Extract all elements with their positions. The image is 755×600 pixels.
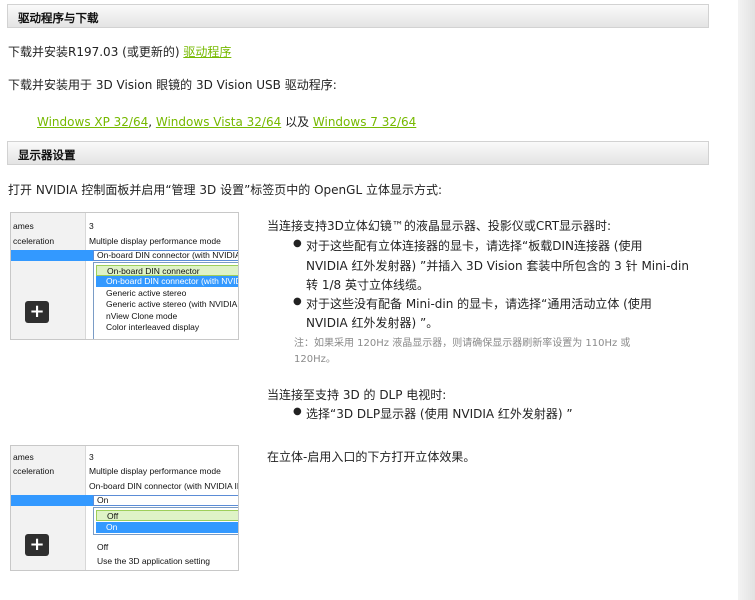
- thumb-option: Color interleaved display: [106, 322, 200, 332]
- lcd-bullet-2-line-2: NVIDIA 红外发射器) ”。: [306, 316, 439, 330]
- driver-download-line: 下载并安装R197.03 (或更新的) 驱动程序: [8, 43, 231, 60]
- bullet-icon: ●: [293, 406, 302, 417]
- thumb-dropdown-list: On-board DIN connector On-board DIN conn…: [93, 262, 239, 339]
- lcd-bullet-1-line-2: NVIDIA 红外发射器) ”并插入 3D Vision 套装中所包含的 3 针…: [306, 259, 689, 273]
- display-intro-line: 打开 NVIDIA 控制面板并启用“管理 3D 设置”标签页中的 OpenGL …: [8, 183, 442, 197]
- dlp-heading: 当连接至支持 3D 的 DLP 电视时:: [267, 388, 447, 402]
- link-separator: ,: [148, 115, 156, 129]
- usb-driver-line: 下载并安装用于 3D Vision 眼镜的 3D Vision USB 驱动程序…: [8, 78, 337, 92]
- thumb-dropdown-field: On: [93, 495, 238, 506]
- page-side-gutter: [738, 0, 755, 600]
- thumb-label: ames: [13, 221, 34, 231]
- lcd-bullet-2-line-1: 对于这些没有配备 Mini-din 的显卡，请选择“通用活动立体 (使用: [306, 297, 652, 311]
- lcd-bullet-1-line-1: 对于这些配有立体连接器的显卡，请选择“板载DIN连接器 (使用: [306, 239, 643, 253]
- section-title: 驱动程序与下载: [18, 11, 99, 25]
- thumb-option: nView Clone mode: [106, 311, 178, 321]
- lcd-heading: 当连接支持3D立体幻镜™的液晶显示器、投影仪或CRT显示器时:: [267, 219, 612, 233]
- section-title: 显示器设置: [18, 148, 76, 162]
- thumb-dropdown-field: On-board DIN connector (with NVIDIA IR: [93, 250, 238, 261]
- thumb-option-selected: On-board DIN connector (with NVIDIA IR: [96, 276, 238, 287]
- zoom-plus-icon[interactable]: +: [25, 301, 49, 323]
- os-links-line: Windows XP 32/64, Windows Vista 32/64 以及…: [37, 113, 416, 130]
- refresh-rate-note: 120Hz。: [294, 354, 336, 365]
- section-header-display: 显示器设置: [7, 141, 709, 165]
- driver-download-text: 下载并安装R197.03 (或更新的): [8, 45, 184, 59]
- windows-xp-link[interactable]: Windows XP 32/64: [37, 115, 148, 129]
- stereo-enable-screenshot: ames 3 cceleration Multiple display perf…: [10, 445, 239, 571]
- thumb-selected-row: [11, 495, 93, 506]
- bullet-icon: ●: [293, 296, 302, 307]
- thumb-value: Multiple display performance mode: [89, 236, 221, 246]
- refresh-rate-note: 注：如果采用 120Hz 液晶显示器，则请确保显示器刷新率设置为 110Hz 或: [294, 338, 631, 349]
- thumb-option: Generic active stereo: [106, 288, 187, 298]
- thumb-label: cceleration: [13, 466, 55, 476]
- thumb-option: Use the 3D application setting: [97, 556, 210, 566]
- section-header-drivers: 驱动程序与下载: [7, 4, 709, 28]
- thumb-selected-row: [11, 250, 93, 261]
- bullet-icon: ●: [293, 238, 302, 249]
- enable-stereo-text: 在立体-启用入口的下方打开立体效果。: [267, 450, 476, 464]
- thumb-value: 3: [89, 452, 94, 462]
- thumb-value: 3: [89, 221, 94, 231]
- thumb-option: On-board DIN connector: [96, 265, 238, 276]
- stereo-mode-screenshot: ames 3 cceleration Multiple display perf…: [10, 212, 239, 340]
- link-separator: 以及: [281, 115, 313, 129]
- driver-link[interactable]: 驱动程序: [183, 45, 231, 59]
- windows-7-link[interactable]: Windows 7 32/64: [313, 115, 416, 129]
- zoom-plus-icon[interactable]: +: [25, 534, 49, 556]
- thumb-option: Off: [97, 542, 109, 552]
- dlp-bullet: 选择“3D DLP显示器 (使用 NVIDIA 红外发射器) ”: [306, 407, 573, 421]
- thumb-value: On-board DIN connector (with NVIDIA IR: [89, 481, 239, 491]
- windows-vista-link[interactable]: Windows Vista 32/64: [156, 115, 281, 129]
- thumb-dropdown-list: Off On: [93, 507, 238, 535]
- thumb-label: cceleration: [13, 236, 55, 246]
- thumb-option: Generic active stereo (with NVIDIA IR: [106, 299, 239, 309]
- lcd-bullet-1-line-3: 转 1/8 英寸立体线缆。: [306, 278, 429, 292]
- thumb-label: ames: [13, 452, 34, 462]
- thumb-option: Off: [96, 510, 238, 521]
- thumb-value: Multiple display performance mode: [89, 466, 221, 476]
- thumb-option-selected: On: [96, 522, 238, 533]
